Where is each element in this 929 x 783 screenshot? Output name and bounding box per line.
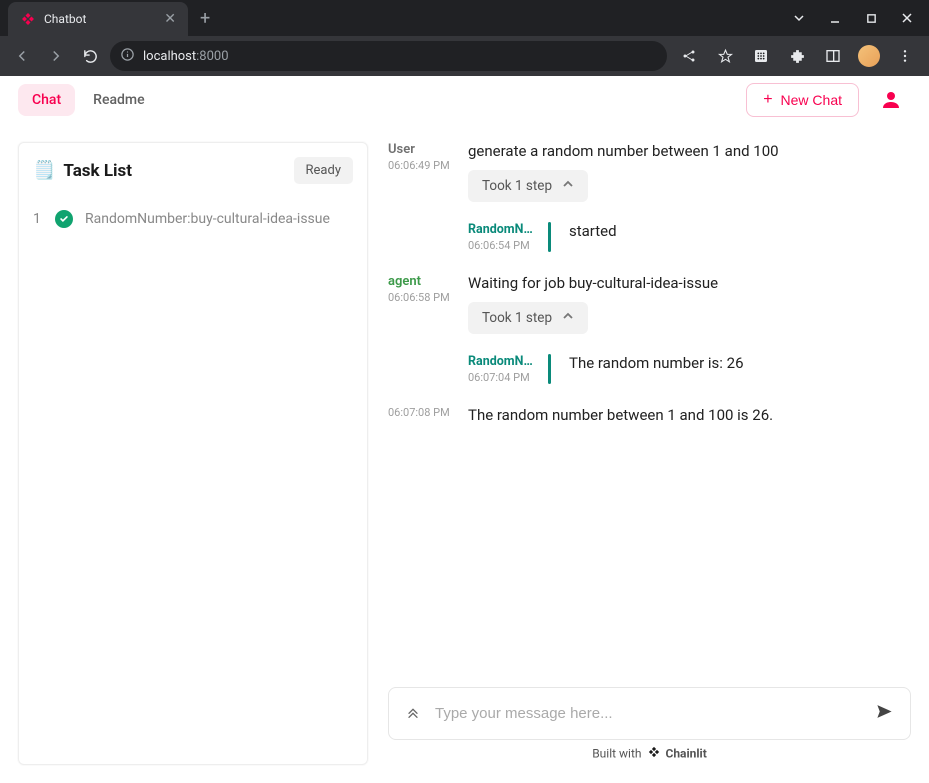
new-tab-button[interactable]: + (200, 8, 210, 29)
substep-text: started (565, 222, 617, 252)
task-index: 1 (33, 211, 43, 227)
close-icon[interactable]: ✕ (164, 11, 176, 27)
composer (388, 687, 911, 740)
message-sender: agent (388, 274, 450, 289)
plus-icon: + (763, 92, 772, 108)
new-chat-label: New Chat (781, 92, 842, 108)
substep: RandomN... 06:06:54 PM started (468, 222, 907, 252)
substep-time: 06:06:54 PM (468, 239, 534, 252)
substep-bar (548, 354, 551, 384)
header-tabs: Chat Readme (18, 84, 159, 116)
message: 06:07:08 PM The random number between 1 … (388, 406, 907, 424)
browser-tab[interactable]: Chatbot ✕ (8, 2, 188, 36)
message-text: The random number between 1 and 100 is 2… (468, 406, 907, 424)
check-icon (55, 210, 73, 228)
substep-name: RandomN... (468, 222, 534, 237)
extensions-icon[interactable] (781, 40, 813, 72)
new-chat-button[interactable]: + New Chat (746, 83, 859, 117)
substep-text: The random number is: 26 (565, 354, 744, 384)
task-name: RandomNumber:buy-cultural-idea-issue (85, 211, 330, 227)
window-close-icon[interactable] (893, 4, 921, 32)
chevron-up-icon (562, 178, 574, 194)
user-icon[interactable] (871, 80, 911, 120)
expand-icon[interactable] (405, 704, 421, 724)
step-toggle[interactable]: Took 1 step (468, 302, 588, 334)
app-root: Chat Readme + New Chat 🗒️ Task List Read… (0, 76, 929, 783)
window-controls (785, 0, 921, 36)
minimize-icon[interactable] (821, 4, 849, 32)
app-body: 🗒️ Task List Ready 1 RandomNumber:buy-cu… (0, 124, 929, 783)
task-list-panel: 🗒️ Task List Ready 1 RandomNumber:buy-cu… (18, 142, 368, 765)
apps-icon[interactable] (745, 40, 777, 72)
share-icon[interactable] (673, 40, 705, 72)
message-time: 06:06:49 PM (388, 159, 450, 172)
tab-strip: Chatbot ✕ + (0, 0, 929, 36)
footer: Built with Chainlit (388, 740, 911, 765)
profile-avatar[interactable] (853, 40, 885, 72)
task-status-badge: Ready (294, 157, 353, 184)
message-sender: User (388, 142, 450, 157)
info-icon (120, 47, 135, 66)
step-toggle[interactable]: Took 1 step (468, 170, 588, 202)
notepad-icon: 🗒️ (33, 160, 55, 181)
panel-icon[interactable] (817, 40, 849, 72)
message-time: 06:06:58 PM (388, 291, 450, 304)
message-time: 06:07:08 PM (388, 406, 450, 419)
browser-toolbar: localhost:8000 (0, 36, 929, 76)
substep-bar (548, 222, 551, 252)
reload-button[interactable] (76, 42, 104, 70)
browser-chrome: Chatbot ✕ + localhost:8000 (0, 0, 929, 76)
substep-name: RandomN... (468, 354, 534, 369)
favicon-icon (20, 11, 36, 27)
message-text: generate a random number between 1 and 1… (468, 142, 907, 160)
url-text: localhost:8000 (143, 49, 229, 64)
tab-readme[interactable]: Readme (79, 84, 158, 116)
chainlit-icon (648, 746, 660, 761)
forward-button[interactable] (42, 42, 70, 70)
app-header: Chat Readme + New Chat (0, 76, 929, 124)
star-icon[interactable] (709, 40, 741, 72)
message-input[interactable] (435, 705, 861, 722)
chevron-down-icon[interactable] (785, 4, 813, 32)
message-list: User 06:06:49 PM generate a random numbe… (388, 142, 911, 677)
back-button[interactable] (8, 42, 36, 70)
message: agent 06:06:58 PM Waiting for job buy-cu… (388, 274, 907, 384)
tab-chat[interactable]: Chat (18, 84, 75, 116)
message: User 06:06:49 PM generate a random numbe… (388, 142, 907, 252)
chevron-up-icon (562, 310, 574, 326)
substep: RandomN... 06:07:04 PM The random number… (468, 354, 907, 384)
maximize-icon[interactable] (857, 4, 885, 32)
address-bar[interactable]: localhost:8000 (110, 41, 667, 71)
tab-title: Chatbot (44, 12, 156, 26)
task-list-title: 🗒️ Task List (33, 160, 132, 181)
chat-main: User 06:06:49 PM generate a random numbe… (388, 142, 911, 765)
message-text: Waiting for job buy-cultural-idea-issue (468, 274, 907, 292)
task-row[interactable]: 1 RandomNumber:buy-cultural-idea-issue (33, 204, 353, 234)
send-icon[interactable] (875, 702, 894, 725)
kebab-menu-icon[interactable] (889, 40, 921, 72)
substep-time: 06:07:04 PM (468, 371, 534, 384)
